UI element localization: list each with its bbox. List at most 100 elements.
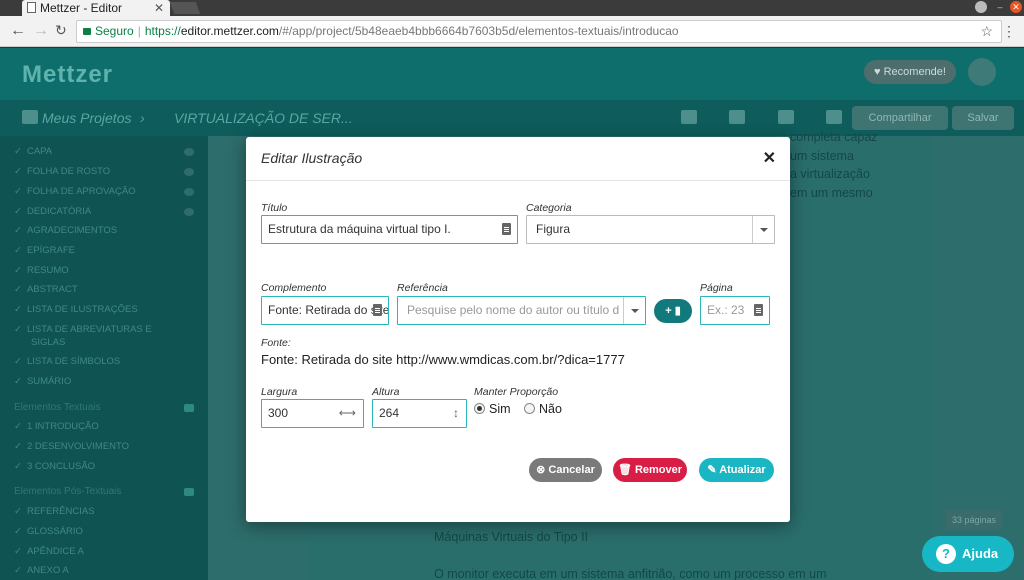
share-button[interactable]: Compartilhar xyxy=(852,106,948,130)
save-button[interactable]: Salvar xyxy=(952,106,1014,130)
sidebar-item-lista-de-simbolos[interactable]: LISTA DE SÍMBOLOS xyxy=(14,356,120,367)
sidebar-item-sumario[interactable]: SUMÁRIO xyxy=(14,376,71,387)
categoria-label: Categoria xyxy=(526,202,572,214)
breadcrumb-projects[interactable]: Meus Projetos xyxy=(42,110,131,126)
sidebar-item-capa[interactable]: CAPA xyxy=(14,146,52,157)
recommend-button[interactable]: ♥ Recomende! xyxy=(864,60,956,84)
sidebar-item-lista-de-ilustracoes[interactable]: LISTA DE ILUSTRAÇÕES xyxy=(14,304,138,315)
url-scheme: https:// xyxy=(144,24,181,38)
doc-heading: Máquinas Virtuais do Tipo II xyxy=(434,530,589,544)
account-icon[interactable] xyxy=(975,1,987,13)
sim-label: Sim xyxy=(489,402,511,416)
titulo-value: Estrutura da máquina virtual tipo I. xyxy=(268,222,451,236)
doc-paragraph: O monitor executa em um sistema anfitriã… xyxy=(434,567,827,580)
print-icon[interactable] xyxy=(826,110,842,124)
recommend-label: Recomende! xyxy=(883,66,946,78)
add-section-icon[interactable] xyxy=(184,488,194,496)
largura-value: 300 xyxy=(268,406,289,420)
cancel-button[interactable]: ⊗ Cancelar xyxy=(529,458,602,482)
forward-arrow-icon[interactable]: → xyxy=(33,22,49,40)
url-path: /#/app/project/5b48eaeb4bbb6664b7603b5d/… xyxy=(278,24,679,38)
close-tab-icon[interactable]: ✕ xyxy=(154,0,164,16)
sidebar-item-apendice-a[interactable]: APÊNDICE A xyxy=(14,546,84,557)
sidebar-item-abstract[interactable]: ABSTRACT xyxy=(14,284,78,295)
categoria-select[interactable]: Figura xyxy=(526,215,775,244)
address-bar[interactable]: Seguro | https://editor.mettzer.com/#/app/… xyxy=(76,20,1002,43)
sidebar-item-anexo-a[interactable]: ANEXO A xyxy=(14,565,69,576)
altura-input[interactable]: 264 ↕ xyxy=(372,399,467,428)
remove-label: Remover xyxy=(634,464,683,476)
pagina-label: Página xyxy=(700,282,733,294)
sidebar-item-resumo[interactable]: RESUMO xyxy=(14,265,69,276)
pagina-input[interactable]: Ex.: 23 xyxy=(700,296,770,325)
proporcao-nao-radio[interactable]: Não xyxy=(524,402,562,416)
referencia-label: Referência xyxy=(397,282,448,294)
pagina-placeholder: Ex.: 23 xyxy=(707,303,745,317)
new-tab-button[interactable] xyxy=(169,2,201,14)
flag-icon[interactable] xyxy=(729,110,745,124)
sidebar-item-dedicatoria[interactable]: DEDICATÓRIA xyxy=(14,206,91,217)
settings-gears-icon[interactable] xyxy=(778,110,794,124)
altura-label: Altura xyxy=(372,386,400,398)
sidebar-item-introducao[interactable]: 1 INTRODUÇÃO xyxy=(14,421,99,432)
add-section-icon[interactable] xyxy=(184,404,194,412)
back-arrow-icon[interactable]: ← xyxy=(10,22,26,40)
user-avatar[interactable] xyxy=(968,58,996,86)
sidebar-item-desenvolvimento[interactable]: 2 DESENVOLVIMENTO xyxy=(14,441,129,452)
add-reference-button[interactable]: + ▮ xyxy=(654,299,692,323)
sidebar-item-folha-de-aprovacao[interactable]: FOLHA DE APROVAÇÃO xyxy=(14,186,136,197)
remove-button[interactable]: 🗑 Remover xyxy=(613,458,687,482)
largura-input[interactable]: 300 ⟷ xyxy=(261,399,364,428)
app-header: Mettzer ♥ Recomende! xyxy=(0,48,1024,100)
doc-text-snippet: em um mesmo xyxy=(790,186,873,200)
page-count-badge: 33 páginas xyxy=(946,510,1002,530)
sidebar-item-agradecimentos[interactable]: AGRADECIMENTOS xyxy=(14,225,117,236)
sidebar-item-glossario[interactable]: GLOSSÁRIO xyxy=(14,526,83,537)
url-host: editor.mettzer.com xyxy=(180,24,279,38)
visibility-eye-icon[interactable] xyxy=(184,168,194,176)
sidebar-item-epigrafe[interactable]: EPÍGRAFE xyxy=(14,245,75,256)
vertical-resize-icon: ↕ xyxy=(453,406,459,420)
referencia-placeholder: Pesquise pelo nome do autor ou título d xyxy=(407,303,620,317)
nao-label: Não xyxy=(539,402,562,416)
visibility-eye-icon[interactable] xyxy=(184,188,194,196)
browser-tab[interactable]: Mettzer - Editor ✕ xyxy=(22,0,170,16)
lock-icon xyxy=(83,28,91,36)
proporcao-label: Manter Proporção xyxy=(474,386,559,398)
visibility-eye-icon[interactable] xyxy=(184,148,194,156)
radio-selected-icon xyxy=(474,403,485,414)
sidebar-item-conclusao[interactable]: 3 CONCLUSÃO xyxy=(14,461,95,472)
complemento-value: Fonte: Retirada do site xyxy=(268,303,389,317)
radio-unselected-icon xyxy=(524,403,535,414)
document-icon xyxy=(754,304,763,316)
bookmark-star-icon[interactable]: ☆ xyxy=(980,21,993,42)
sidebar-section-post-textual[interactable]: Elementos Pós-Textuais xyxy=(14,486,121,497)
sidebar-section-textual[interactable]: Elementos Textuais xyxy=(14,402,101,413)
titulo-input[interactable]: Estrutura da máquina virtual tipo I. xyxy=(261,215,518,244)
sidebar-item-referencias[interactable]: REFERÊNCIAS xyxy=(14,506,95,517)
minimize-icon[interactable]: – xyxy=(994,1,1006,13)
reload-icon[interactable]: ↻ xyxy=(55,22,67,39)
window-close-icon[interactable]: ✕ xyxy=(1010,1,1022,13)
altura-value: 264 xyxy=(379,406,400,420)
sidebar-item-folha-de-rosto[interactable]: FOLHA DE ROSTO xyxy=(14,166,110,177)
browser-menu-icon[interactable]: ⋮ xyxy=(1002,23,1016,40)
fonte-preview: Fonte: Retirada do site http://www.wmdic… xyxy=(261,352,625,367)
sidebar-item-siglas[interactable]: SIGLAS xyxy=(31,337,65,348)
complemento-input[interactable]: Fonte: Retirada do site xyxy=(261,296,389,325)
help-button[interactable]: ? Ajuda xyxy=(922,536,1014,572)
tab-title: Mettzer - Editor xyxy=(40,1,123,15)
calendar-icon[interactable] xyxy=(681,110,697,124)
titulo-label: Título xyxy=(261,202,288,214)
proporcao-sim-radio[interactable]: Sim xyxy=(474,402,511,416)
referencia-search-select[interactable]: Pesquise pelo nome do autor ou título d xyxy=(397,296,646,325)
modal-close-icon[interactable]: ✕ xyxy=(763,148,776,168)
breadcrumb-document[interactable]: VIRTUALIZAÇÃO DE SER... xyxy=(174,110,353,126)
sidebar-item-lista-de-abreviaturas[interactable]: LISTA DE ABREVIATURAS E xyxy=(14,324,152,335)
modal-header: Editar Ilustração ✕ xyxy=(246,137,790,181)
update-button[interactable]: ✎ Atualizar xyxy=(699,458,774,482)
fonte-label: Fonte: xyxy=(261,337,291,349)
breadcrumb-chevron-icon: › xyxy=(140,110,145,126)
document-icon xyxy=(373,304,382,316)
visibility-eye-icon[interactable] xyxy=(184,208,194,216)
